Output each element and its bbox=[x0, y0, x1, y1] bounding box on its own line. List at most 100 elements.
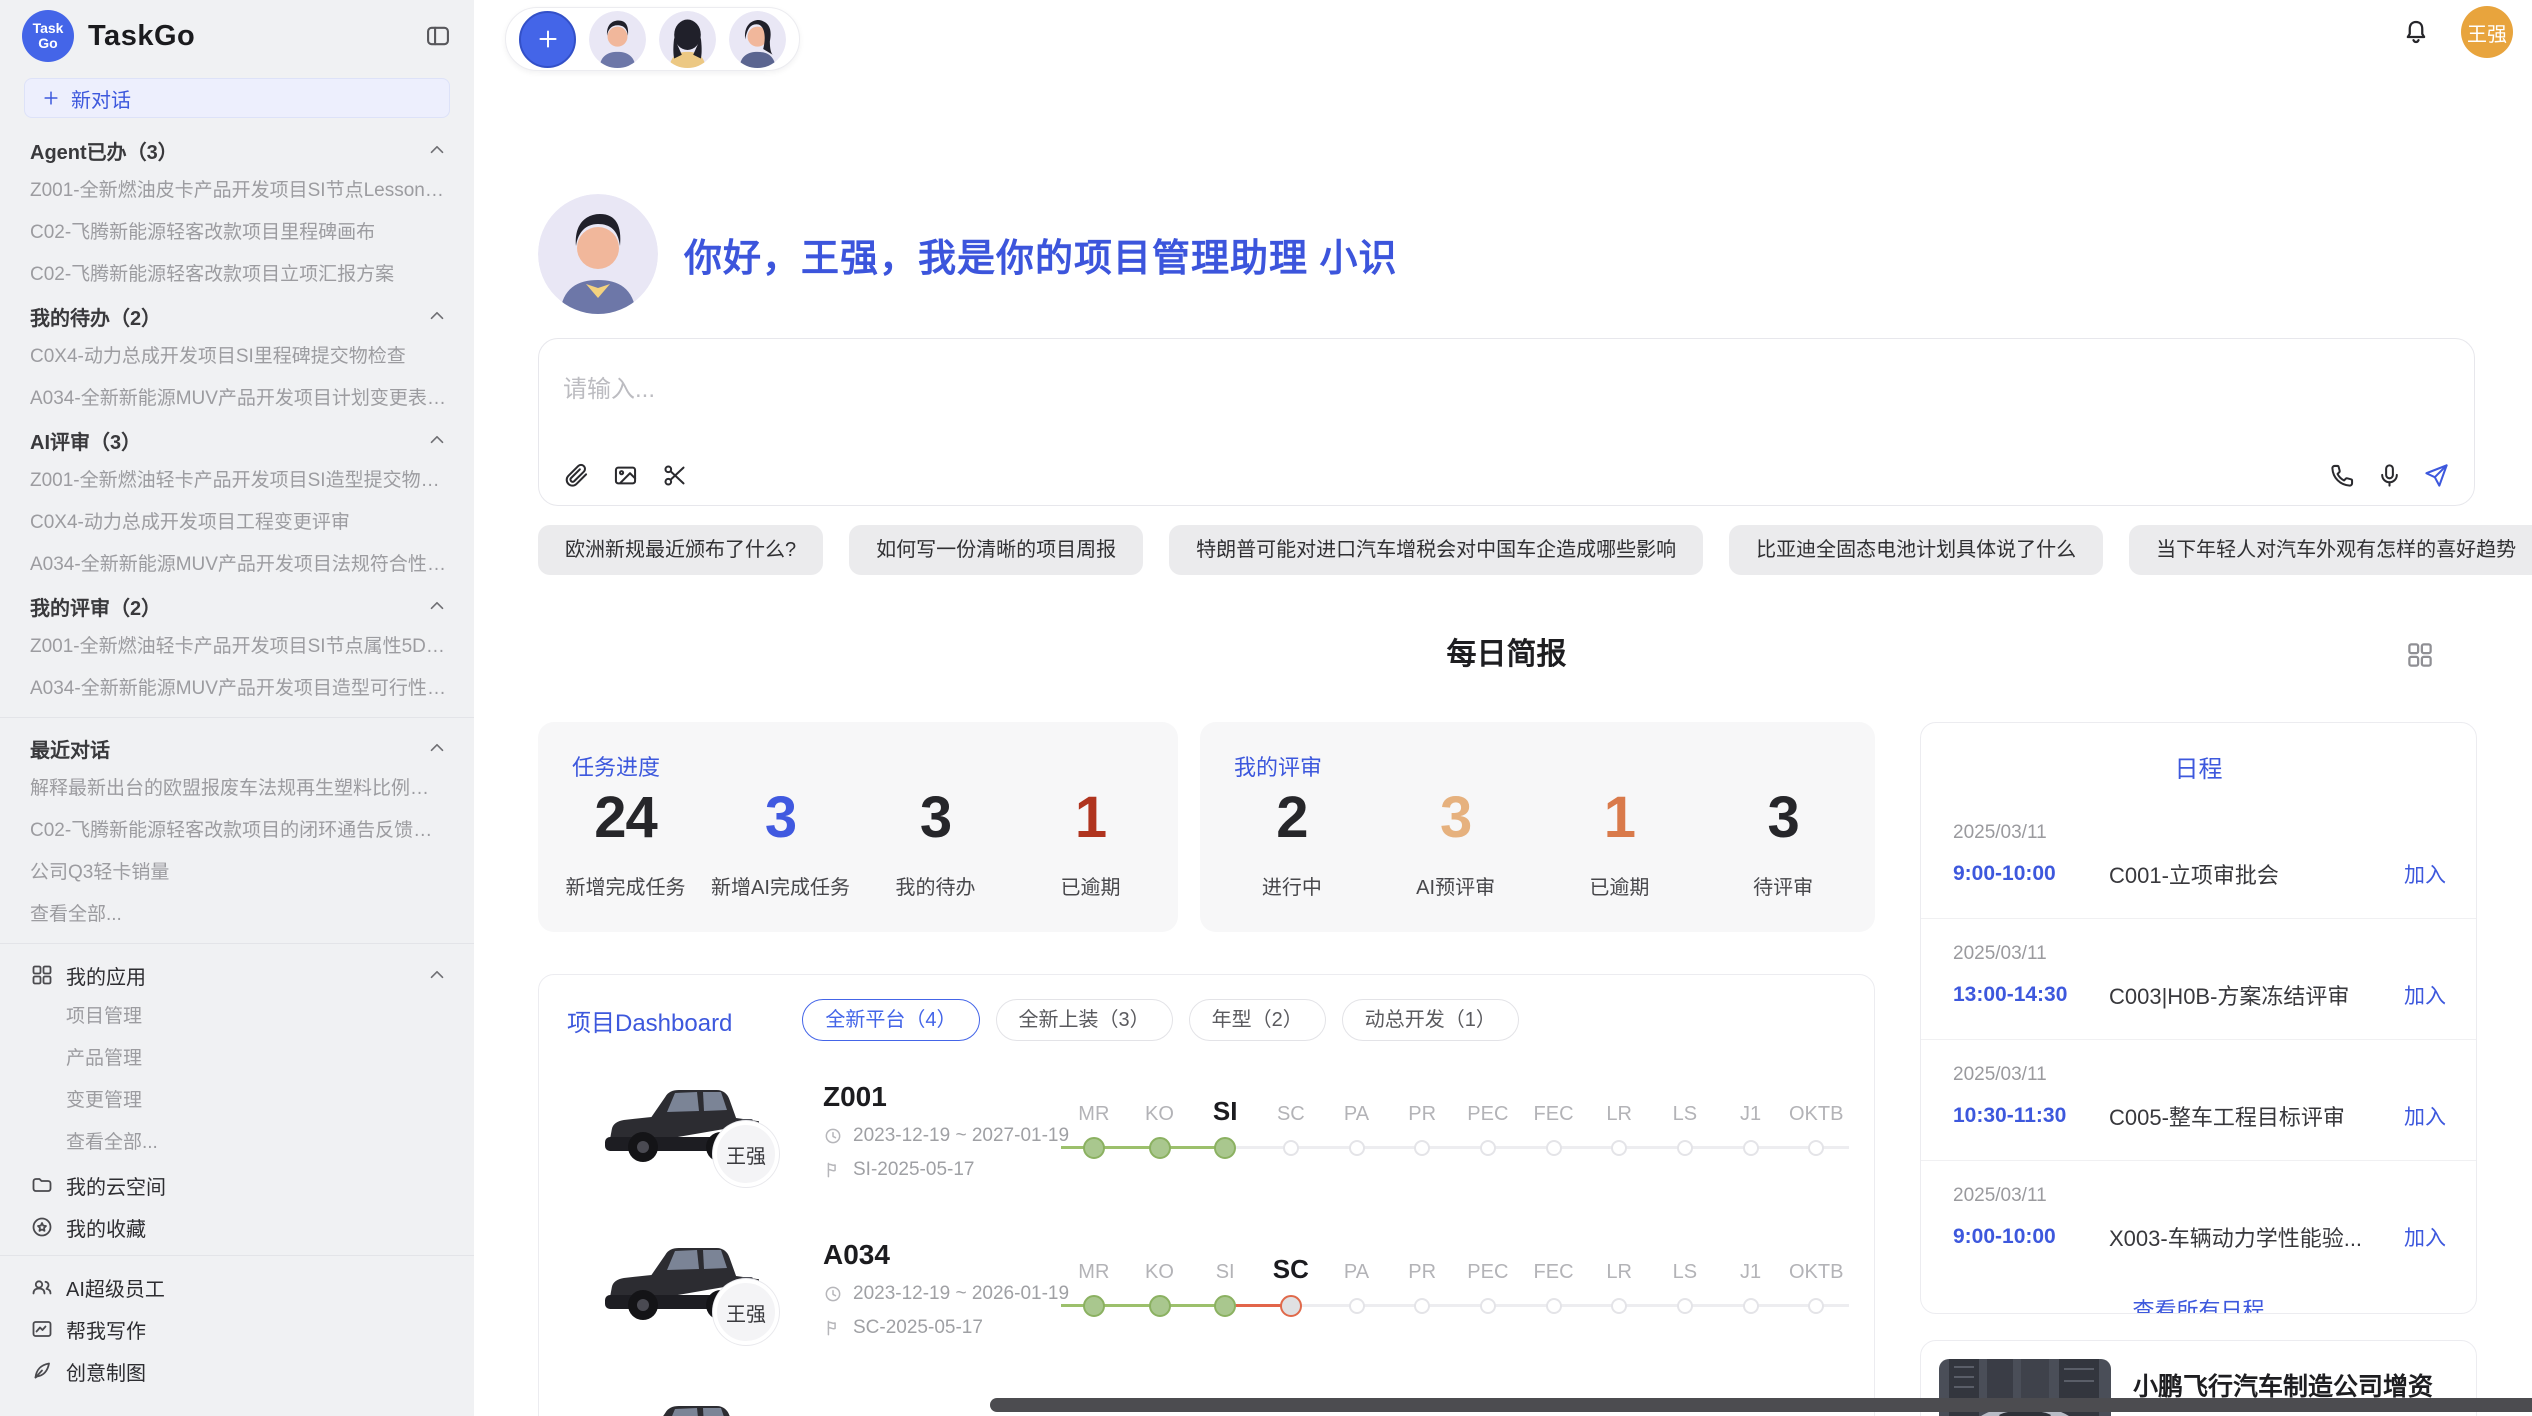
suggestion-chip[interactable]: 欧洲新规最近颁布了什么? bbox=[538, 525, 823, 575]
suggestion-chip[interactable]: 特朗普可能对进口汽车增税会对中国车企造成哪些影响 bbox=[1169, 525, 1703, 575]
sidebar-tool-item[interactable]: AI超级员工 bbox=[0, 1266, 474, 1308]
milestone-track: MRKOSISCPAPRPECFECLRLSJ1OKTB bbox=[1061, 1244, 1849, 1328]
milestone-label: LR bbox=[1586, 1104, 1652, 1126]
milestone-dot-cell bbox=[1389, 1284, 1455, 1328]
suggestion-chip[interactable]: 比亚迪全固态电池计划具体说了什么 bbox=[1729, 525, 2103, 575]
milestone-label: LS bbox=[1652, 1104, 1718, 1126]
chevron-up-icon[interactable] bbox=[426, 964, 448, 986]
sidebar-header: TaskGo TaskGo bbox=[0, 0, 474, 72]
sidebar-item[interactable]: C0X4-动力总成开发项目工程变更评审 bbox=[0, 502, 474, 544]
milestone-label: SI bbox=[1192, 1262, 1258, 1284]
milestone-dot-cell bbox=[1258, 1126, 1324, 1170]
dashboard-filter[interactable]: 全新上装（3） bbox=[996, 999, 1173, 1041]
sidebar-section-title[interactable]: 我的待办（2） bbox=[0, 296, 474, 336]
chevron-up-icon[interactable] bbox=[426, 139, 448, 161]
join-link[interactable]: 加入 bbox=[2404, 1101, 2446, 1131]
milestone-dot bbox=[1546, 1298, 1562, 1314]
sidebar-item[interactable]: C02-飞腾新能源轻客改款项目立项汇报方案 bbox=[0, 254, 474, 296]
sidebar-item-my-apps[interactable]: 我的应用 bbox=[0, 954, 474, 996]
stat-values-row: 2进行中3AI预评审1已逾期3待评审 bbox=[1210, 784, 1865, 900]
sidebar-item[interactable]: C02-飞腾新能源轻客改款项目里程碑画布 bbox=[0, 212, 474, 254]
horizontal-scrollbar[interactable] bbox=[990, 1398, 2532, 1412]
join-link[interactable]: 加入 bbox=[2404, 980, 2446, 1010]
milestone-line bbox=[1061, 1284, 1849, 1328]
milestone-dot bbox=[1808, 1140, 1824, 1156]
recent-chat-item[interactable]: 公司Q3轻卡销量 bbox=[0, 852, 474, 894]
tool-label: 帮我写作 bbox=[66, 1315, 146, 1344]
chevron-up-icon[interactable] bbox=[426, 305, 448, 327]
app-sub-item[interactable]: 产品管理 bbox=[0, 1038, 474, 1080]
milestone-dot-cell bbox=[1718, 1284, 1784, 1328]
image-icon[interactable] bbox=[612, 462, 639, 489]
milestone-label: PEC bbox=[1455, 1104, 1521, 1126]
milestone-dot bbox=[1480, 1140, 1496, 1156]
send-icon[interactable] bbox=[2423, 462, 2450, 489]
recent-chat-item[interactable]: C02-飞腾新能源轻客改款项目的闭环通告反馈情况 bbox=[0, 810, 474, 852]
milestone-line bbox=[1061, 1126, 1849, 1170]
sidebar-item[interactable]: Z001-全新燃油轻卡产品开发项目SI造型提交物评审 bbox=[0, 460, 474, 502]
sidebar-item[interactable]: A034-全新新能源MUV产品开发项目造型可行性评审 bbox=[0, 668, 474, 710]
chevron-up-icon[interactable] bbox=[426, 595, 448, 617]
app-sub-item[interactable]: 变更管理 bbox=[0, 1080, 474, 1122]
milestone-label: SI bbox=[1192, 1098, 1258, 1126]
sidebar-section-title[interactable]: 我的评审（2） bbox=[0, 586, 474, 626]
chat-input[interactable] bbox=[563, 367, 2063, 413]
app-sub-item[interactable]: 项目管理 bbox=[0, 996, 474, 1038]
event-name: C005-整车工程目标评审 bbox=[2109, 1100, 2404, 1132]
stat-label: 新增AI完成任务 bbox=[703, 871, 858, 900]
scissors-icon[interactable] bbox=[661, 462, 688, 489]
milestone-label: KO bbox=[1127, 1262, 1193, 1284]
suggestion-chip[interactable]: 当下年轻人对汽车外观有怎样的喜好趋势 bbox=[2129, 525, 2532, 575]
stat: 3AI预评审 bbox=[1374, 784, 1538, 900]
sidebar-tool-item[interactable]: 创意制图 bbox=[0, 1350, 474, 1392]
sidebar-item-folder[interactable]: 我的云空间 bbox=[0, 1164, 474, 1206]
dashboard-filter[interactable]: 动总开发（1） bbox=[1342, 999, 1519, 1041]
table-row[interactable]: 王强Z0012023-12-19 ~ 2027-01-19SI-2025-05-… bbox=[539, 1059, 1874, 1217]
sidebar-tool-item[interactable]: 帮我写作 bbox=[0, 1308, 474, 1350]
mic-icon[interactable] bbox=[2376, 462, 2403, 489]
join-link[interactable]: 加入 bbox=[2404, 1222, 2446, 1252]
sidebar-item[interactable]: Z001-全新燃油皮卡产品开发项目SI节点Lesson Learn报告 bbox=[0, 170, 474, 212]
sidebar-item[interactable]: A034-全新新能源MUV产品开发项目计划变更表编写 bbox=[0, 378, 474, 420]
event-time: 10:30-11:30 bbox=[1953, 1104, 2109, 1128]
milestone-dot-cell bbox=[1783, 1126, 1849, 1170]
milestone-label: LR bbox=[1586, 1262, 1652, 1284]
milestone-dots bbox=[1061, 1284, 1849, 1328]
flag-icon bbox=[823, 1318, 843, 1338]
sidebar-section-title[interactable]: 最近对话 bbox=[0, 728, 474, 768]
sidebar-item-star[interactable]: 我的收藏 bbox=[0, 1206, 474, 1248]
collapse-sidebar-icon[interactable] bbox=[424, 22, 452, 50]
join-link[interactable]: 加入 bbox=[2404, 859, 2446, 889]
folder-icon bbox=[30, 1173, 54, 1197]
app-sub-item[interactable]: 查看全部... bbox=[0, 1122, 474, 1164]
section-title-label: 我的待办（2） bbox=[30, 302, 161, 331]
view-all-chats-link[interactable]: 查看全部... bbox=[0, 894, 474, 936]
sidebar-section-title[interactable]: AI评审（3） bbox=[0, 420, 474, 460]
dashboard-filter[interactable]: 全新平台（4） bbox=[802, 999, 979, 1041]
milestone-dot bbox=[1677, 1140, 1693, 1156]
chevron-up-icon[interactable] bbox=[426, 737, 448, 759]
tool-label: AI超级员工 bbox=[66, 1273, 165, 1302]
event-row: 9:00-10:00C001-立项审批会加入 bbox=[1953, 858, 2446, 890]
milestone-dot-cell bbox=[1061, 1284, 1127, 1328]
suggestion-chip[interactable]: 如何写一份清晰的项目周报 bbox=[849, 525, 1143, 575]
feather-icon bbox=[30, 1359, 54, 1383]
table-row[interactable]: 王强A0342023-12-19 ~ 2026-01-19SC-2025-05-… bbox=[539, 1217, 1874, 1375]
view-all-schedule-link[interactable]: 查看所有日程 bbox=[1921, 1293, 2476, 1314]
stat-value: 1 bbox=[1538, 784, 1702, 851]
event-name: X003-车辆动力学性能验... bbox=[2109, 1221, 2404, 1253]
milestone-label: FEC bbox=[1521, 1262, 1587, 1284]
project-dashboard-card: 项目Dashboard 全新平台（4）全新上装（3）年型（2）动总开发（1） 王… bbox=[538, 974, 1875, 1416]
phone-icon[interactable] bbox=[2329, 462, 2356, 489]
chevron-up-icon[interactable] bbox=[426, 429, 448, 451]
recent-chat-item[interactable]: 解释最新出台的欧盟报废车法规再生塑料比例被调至15%... bbox=[0, 768, 474, 810]
sidebar-item[interactable]: A034-全新新能源MUV产品开发项目法规符合性评审 bbox=[0, 544, 474, 586]
new-chat-button[interactable]: 新对话 bbox=[24, 78, 450, 118]
sidebar-item[interactable]: C0X4-动力总成开发项目SI里程碑提交物检查 bbox=[0, 336, 474, 378]
attach-icon[interactable] bbox=[563, 462, 590, 489]
milestone-dot bbox=[1214, 1295, 1236, 1317]
dashboard-filter[interactable]: 年型（2） bbox=[1189, 999, 1326, 1041]
sidebar-section-title[interactable]: Agent已办（3） bbox=[0, 130, 474, 170]
layout-grid-icon[interactable] bbox=[2405, 640, 2435, 670]
sidebar-item[interactable]: Z001-全新燃油轻卡产品开发项目SI节点属性5D文件评审 bbox=[0, 626, 474, 668]
